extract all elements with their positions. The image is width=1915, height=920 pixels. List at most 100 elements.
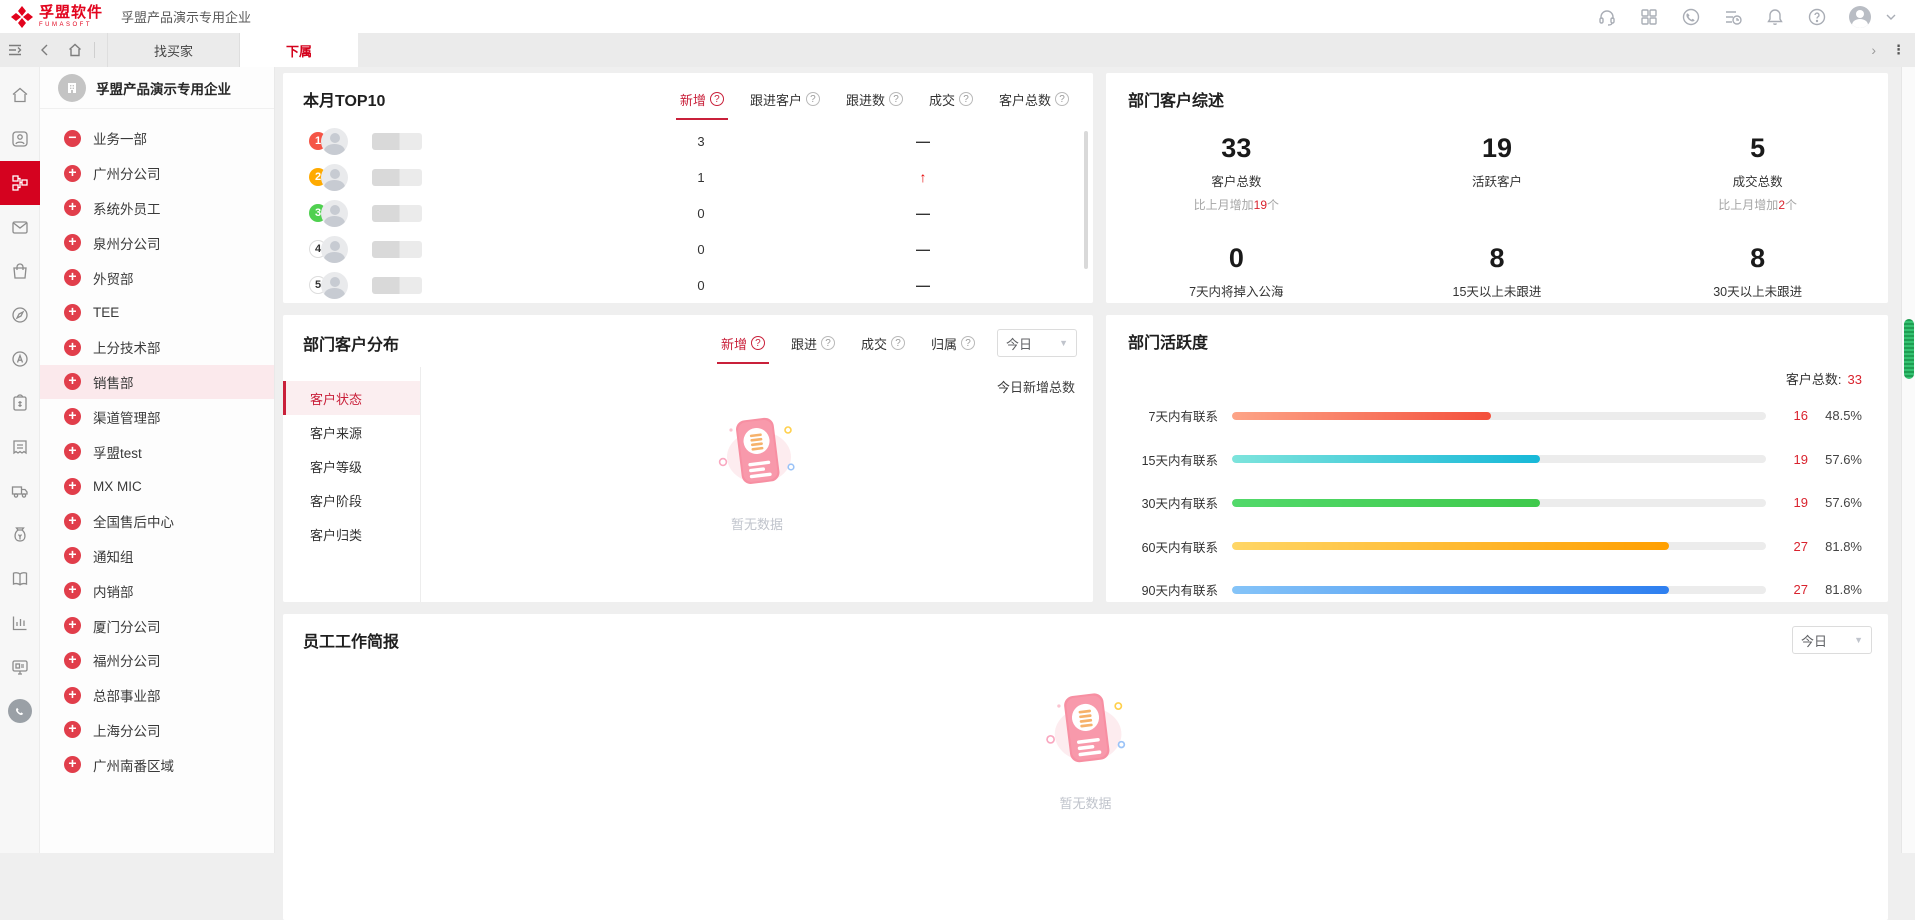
compass-icon[interactable] [0, 293, 40, 337]
expand-node-icon[interactable]: + [64, 652, 81, 669]
dist-tab-followup[interactable]: 跟进? [791, 334, 835, 353]
finance-clipboard-icon[interactable] [0, 381, 40, 425]
dept-item[interactable]: +TEE [40, 295, 274, 330]
dept-item[interactable]: +内销部 [40, 573, 274, 608]
tab-scroll-right-icon[interactable]: › [1871, 42, 1876, 58]
apps-grid-icon[interactable] [1639, 7, 1659, 27]
help-icon[interactable]: ? [891, 336, 905, 350]
contacts-icon[interactable] [0, 117, 40, 161]
tab-find-buyer[interactable]: 找买家 [107, 33, 240, 67]
dept-item[interactable]: +泉州分公司 [40, 225, 274, 260]
dept-item-selected[interactable]: +销售部 [40, 365, 274, 400]
report-chart-icon[interactable] [0, 601, 40, 645]
report-period-select[interactable]: 今日▼ [1792, 626, 1872, 654]
dept-item[interactable]: +总部事业部 [40, 678, 274, 713]
help-icon[interactable]: ? [1055, 92, 1069, 106]
collapse-node-icon[interactable]: − [64, 130, 81, 147]
expand-node-icon[interactable]: + [64, 582, 81, 599]
top10-tab-new[interactable]: 新增? [680, 90, 724, 109]
expand-node-icon[interactable]: + [64, 617, 81, 634]
page-scrollbar-thumb[interactable] [1904, 319, 1914, 379]
top10-tab-followed-customers[interactable]: 跟进客户? [750, 90, 820, 109]
expand-node-icon[interactable]: + [64, 443, 81, 460]
user-avatar[interactable] [1849, 6, 1871, 28]
top10-row[interactable]: 5 0 — [283, 267, 1093, 303]
bag-icon[interactable] [0, 249, 40, 293]
dist-tab-deal[interactable]: 成交? [861, 334, 905, 353]
page-scrollbar[interactable] [1901, 67, 1915, 853]
sidebar-company[interactable]: 孚盟产品演示专用企业 [40, 67, 274, 109]
invoice-icon[interactable] [0, 425, 40, 469]
top10-row[interactable]: 1 3 — [283, 123, 1093, 159]
home-tab-icon[interactable] [60, 42, 90, 58]
expand-node-icon[interactable]: + [64, 269, 81, 286]
top10-tab-deals[interactable]: 成交? [929, 90, 973, 109]
help-icon[interactable]: ? [710, 92, 724, 106]
expand-node-icon[interactable]: + [64, 234, 81, 251]
home-icon[interactable] [0, 73, 40, 117]
truck-icon[interactable] [0, 469, 40, 513]
help-icon[interactable]: ? [961, 336, 975, 350]
dist-tab-new[interactable]: 新增? [721, 334, 765, 353]
headset-icon[interactable] [1597, 7, 1617, 27]
whatsapp-filled-icon[interactable] [0, 689, 40, 733]
expand-node-icon[interactable]: + [64, 373, 81, 390]
dept-item[interactable]: +系统外员工 [40, 191, 274, 226]
dept-item[interactable]: +MX MIC [40, 469, 274, 504]
side-tab-customer-level[interactable]: 客户等级 [283, 449, 420, 483]
expand-node-icon[interactable]: + [64, 756, 81, 773]
side-tab-customer-category[interactable]: 客户归类 [283, 517, 420, 551]
org-chart-icon[interactable] [0, 161, 40, 205]
expand-node-icon[interactable]: + [64, 339, 81, 356]
marketing-a-icon[interactable] [0, 337, 40, 381]
dept-item[interactable]: +孚盟test [40, 434, 274, 469]
tab-more-icon[interactable]: ⋮ [1892, 42, 1905, 58]
dept-item[interactable]: +上分技术部 [40, 330, 274, 365]
help-icon[interactable]: ? [889, 92, 903, 106]
expand-node-icon[interactable]: + [64, 478, 81, 495]
dept-item[interactable]: +上海分公司 [40, 713, 274, 748]
mail-icon[interactable] [0, 205, 40, 249]
top10-tab-total-customers[interactable]: 客户总数? [999, 90, 1069, 109]
dept-item[interactable]: +厦门分公司 [40, 608, 274, 643]
top10-scrollbar[interactable] [1084, 131, 1088, 269]
dept-item[interactable]: +通知组 [40, 539, 274, 574]
expand-node-icon[interactable]: + [64, 199, 81, 216]
dept-item[interactable]: +广州南番区域 [40, 747, 274, 782]
dept-item[interactable]: +福州分公司 [40, 643, 274, 678]
expand-node-icon[interactable]: + [64, 547, 81, 564]
help-icon[interactable]: ? [821, 336, 835, 350]
bell-icon[interactable] [1765, 7, 1785, 27]
expand-node-icon[interactable]: + [64, 513, 81, 530]
chevron-down-icon[interactable] [1881, 7, 1901, 27]
book-icon[interactable] [0, 557, 40, 601]
side-tab-customer-source[interactable]: 客户来源 [283, 415, 420, 449]
expand-node-icon[interactable]: + [64, 165, 81, 182]
whatsapp-icon[interactable] [1681, 7, 1701, 27]
help-icon[interactable]: ? [751, 336, 765, 350]
task-list-icon[interactable] [1723, 7, 1743, 27]
expand-node-icon[interactable]: + [64, 304, 81, 321]
top10-tab-followups[interactable]: 跟进数? [846, 90, 903, 109]
back-icon[interactable] [30, 43, 60, 57]
money-bag-icon[interactable] [0, 513, 40, 557]
top10-row[interactable]: 4 0 — [283, 231, 1093, 267]
tab-subordinate[interactable]: 下属 [240, 33, 358, 67]
dist-period-select[interactable]: 今日▼ [997, 329, 1077, 357]
help-icon[interactable]: ? [959, 92, 973, 106]
dist-tab-belong[interactable]: 归属? [931, 334, 975, 353]
dept-item[interactable]: +外贸部 [40, 260, 274, 295]
side-tab-customer-stage[interactable]: 客户阶段 [283, 483, 420, 517]
top10-row[interactable]: 2 1 ↑ [283, 159, 1093, 195]
monitor-icon[interactable] [0, 645, 40, 689]
dept-item[interactable]: −业务一部 [40, 121, 274, 156]
expand-node-icon[interactable]: + [64, 687, 81, 704]
help-icon[interactable]: ? [806, 92, 820, 106]
dept-item[interactable]: +全国售后中心 [40, 504, 274, 539]
collapse-sidebar-icon[interactable] [0, 41, 30, 59]
expand-node-icon[interactable]: + [64, 408, 81, 425]
help-icon[interactable] [1807, 7, 1827, 27]
expand-node-icon[interactable]: + [64, 721, 81, 738]
dept-item[interactable]: +渠道管理部 [40, 399, 274, 434]
dept-item[interactable]: +广州分公司 [40, 156, 274, 191]
